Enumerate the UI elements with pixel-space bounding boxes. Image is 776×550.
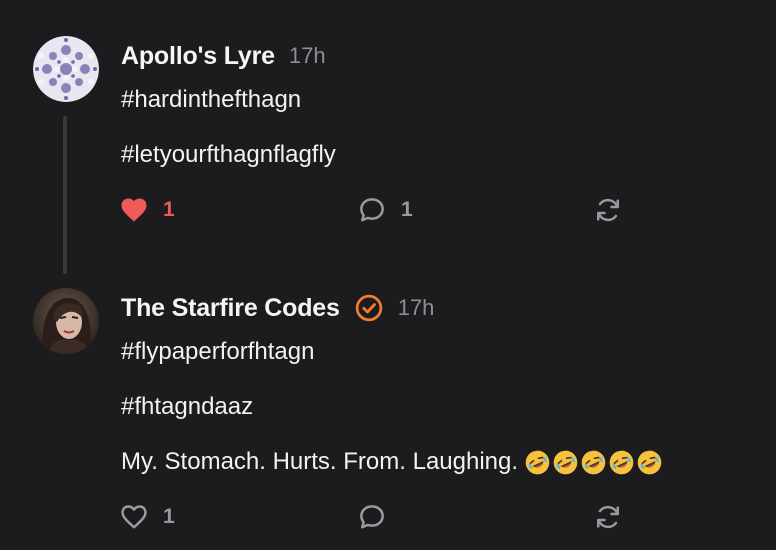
like-count: 1: [163, 198, 175, 221]
rolling-on-floor-laughing-emoji: [637, 450, 662, 475]
hashtag[interactable]: #hardinthefthagn: [121, 84, 336, 116]
heart-icon: [121, 198, 147, 222]
speech-bubble-icon: [360, 505, 384, 529]
emoji-row: [524, 449, 664, 476]
avatar[interactable]: [33, 36, 99, 102]
heart-outline-icon: [121, 505, 147, 529]
post-timestamp[interactable]: 17h: [289, 43, 326, 69]
post-body: #flypaperforfhtagn #fhtagndaaz My. Stoma…: [121, 336, 664, 478]
like-count: 1: [163, 505, 175, 528]
verified-check-icon: [355, 294, 382, 322]
post-header: The Starfire Codes 17h: [121, 290, 434, 326]
post-body: #hardinthefthagn #letyourfthagnflagfly: [121, 84, 336, 171]
hashtag[interactable]: #flypaperforfhtagn: [121, 336, 664, 368]
post-actions: 1 1: [119, 192, 639, 228]
post-actions: 1: [119, 499, 639, 535]
like-button[interactable]: 1: [119, 499, 175, 535]
avatar[interactable]: [33, 288, 99, 354]
reply-button[interactable]: [357, 499, 401, 535]
avatar-photo-image: [33, 288, 99, 354]
repost-button[interactable]: [593, 192, 623, 228]
post-text-line: My. Stomach. Hurts. From. Laughing.: [121, 446, 664, 478]
like-button[interactable]: 1: [119, 192, 175, 228]
author-name[interactable]: The Starfire Codes: [121, 294, 340, 323]
thread-connector-line: [63, 116, 67, 274]
rolling-on-floor-laughing-emoji: [553, 450, 578, 475]
hashtag[interactable]: #fhtagndaaz: [121, 391, 664, 423]
post-text: My. Stomach. Hurts. From. Laughing.: [121, 448, 519, 475]
speech-bubble-icon: [360, 198, 384, 222]
rolling-on-floor-laughing-emoji: [525, 450, 550, 475]
hashtag[interactable]: #letyourfthagnflagfly: [121, 139, 336, 171]
post-timestamp[interactable]: 17h: [398, 295, 435, 321]
thread: Apollo's Lyre 17h #hardinthefthagn #lety…: [0, 0, 776, 550]
reply-button[interactable]: 1: [357, 192, 413, 228]
avatar-pattern-image: [33, 36, 99, 102]
rolling-on-floor-laughing-emoji: [609, 450, 634, 475]
repost-arrows-icon: [597, 505, 619, 529]
reply-count: 1: [401, 198, 413, 221]
repost-arrows-icon: [597, 198, 619, 222]
repost-button[interactable]: [593, 499, 623, 535]
author-name[interactable]: Apollo's Lyre: [121, 42, 275, 71]
post-header: Apollo's Lyre 17h: [121, 38, 326, 74]
rolling-on-floor-laughing-emoji: [581, 450, 606, 475]
